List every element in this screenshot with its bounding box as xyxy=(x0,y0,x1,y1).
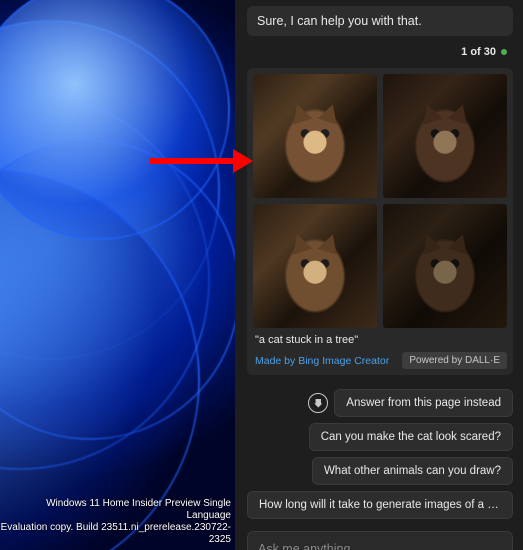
generated-image-2[interactable] xyxy=(383,74,507,198)
suggestion-chip-2[interactable]: What other animals can you draw? xyxy=(312,457,513,485)
counter-text: 1 of 30 xyxy=(461,46,496,58)
generated-image-3[interactable] xyxy=(253,204,377,328)
watermark-line2: Evaluation copy. Build 23511.ni_prerelea… xyxy=(0,522,231,546)
chat-input-area[interactable]: 0/2000 xyxy=(247,531,513,550)
image-grid xyxy=(253,74,507,328)
bloom-graphic xyxy=(0,0,235,550)
desktop-wallpaper: Windows 11 Home Insider Preview Single L… xyxy=(0,0,235,550)
powered-by-badge: Powered by DALL·E xyxy=(402,352,507,369)
watermark-line1: Windows 11 Home Insider Preview Single L… xyxy=(0,498,231,522)
chat-panel: Sure, I can help you with that. 1 of 30 … xyxy=(235,0,523,550)
page-answer-button[interactable]: Answer from this page instead xyxy=(334,389,513,417)
page-answer-icon xyxy=(308,393,328,413)
suggestion-chip-1[interactable]: Can you make the cat look scared? xyxy=(309,423,513,451)
generated-image-1[interactable] xyxy=(253,74,377,198)
annotation-arrow xyxy=(150,158,235,164)
status-dot-icon xyxy=(501,49,507,55)
response-counter: 1 of 30 xyxy=(247,36,513,68)
generated-image-4[interactable] xyxy=(383,204,507,328)
image-prompt-caption: "a cat stuck in a tree" xyxy=(253,334,507,346)
bot-message: Sure, I can help you with that. xyxy=(247,6,513,36)
windows-watermark: Windows 11 Home Insider Preview Single L… xyxy=(0,498,235,546)
bot-message-text: Sure, I can help you with that. xyxy=(257,14,422,28)
image-creator-link[interactable]: Made by Bing Image Creator xyxy=(255,355,389,367)
chat-input[interactable] xyxy=(258,542,502,550)
suggestion-list: Answer from this page instead Can you ma… xyxy=(247,389,513,519)
image-result-card: "a cat stuck in a tree" Made by Bing Ima… xyxy=(247,68,513,375)
suggestion-chip-3[interactable]: How long will it take to generate images… xyxy=(247,491,513,519)
